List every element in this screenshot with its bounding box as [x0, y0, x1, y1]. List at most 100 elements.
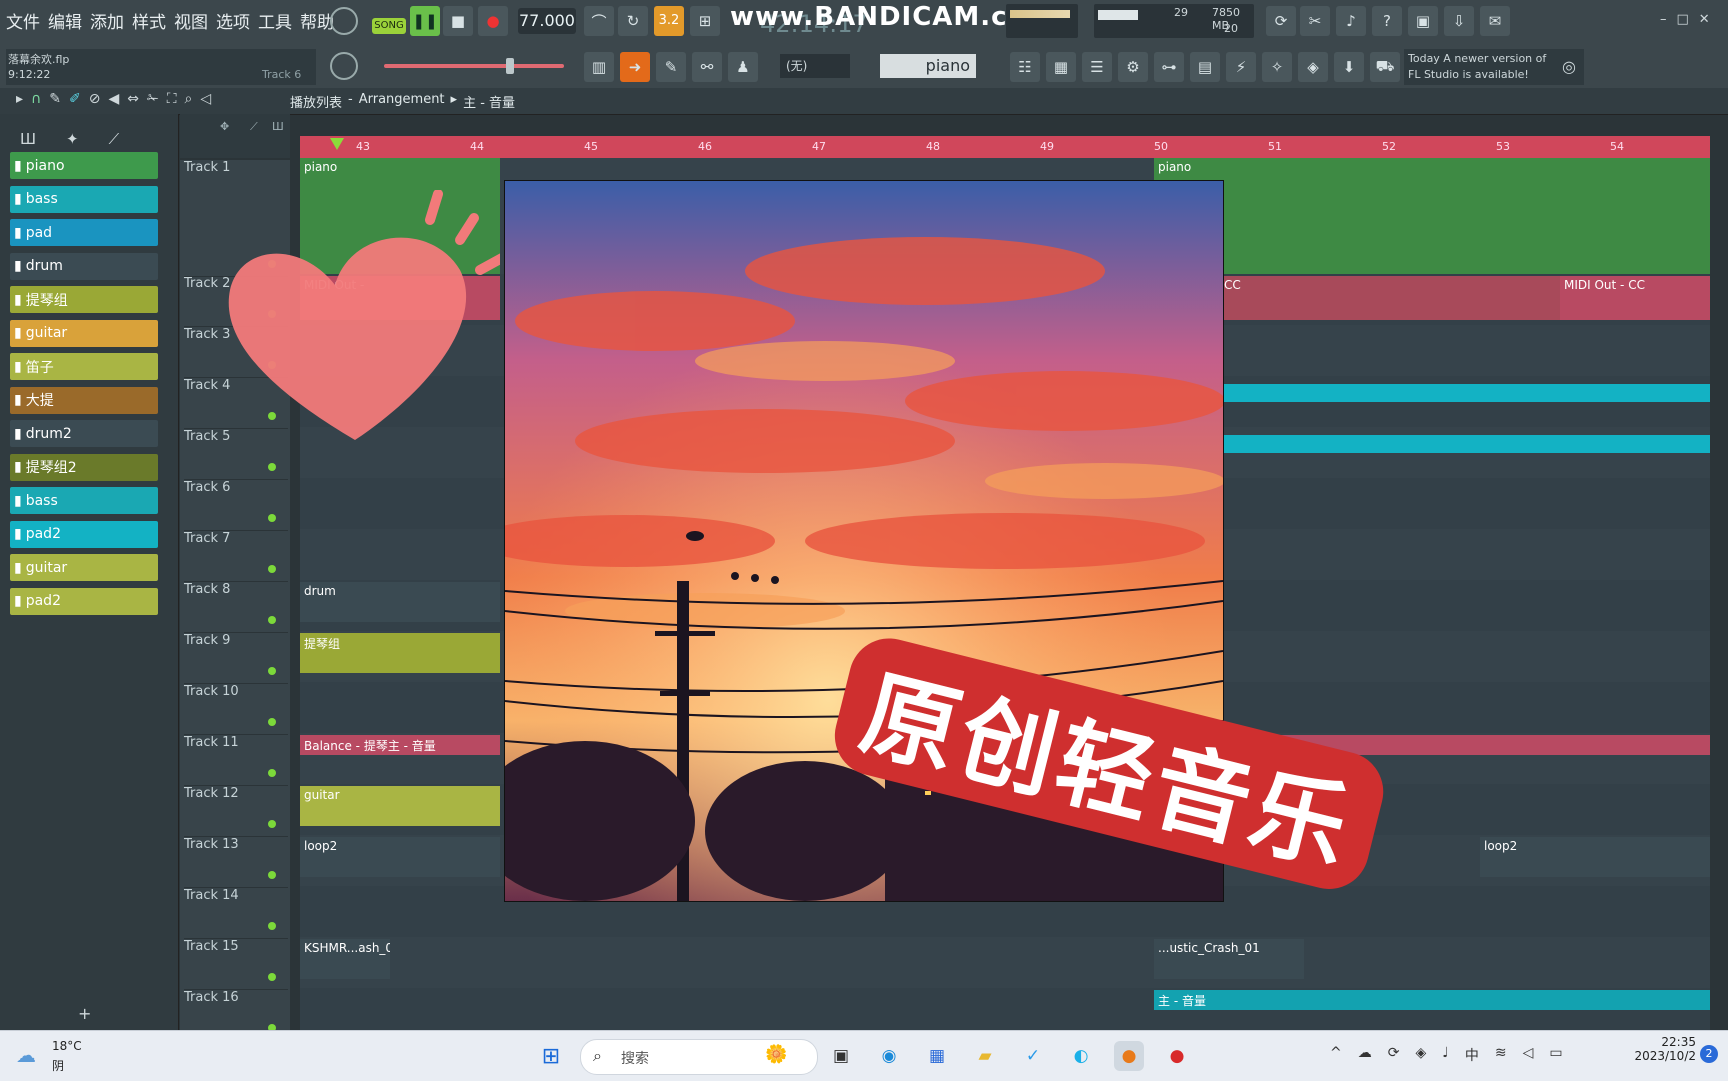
app-tray-icon[interactable]: ◈ [1415, 1045, 1426, 1065]
explorer-button[interactable]: ▰ [970, 1041, 1000, 1071]
ime-indicator[interactable]: 中 [1465, 1045, 1479, 1065]
weather-widget[interactable]: ☁ 18°C 阴 [16, 1037, 106, 1075]
track-header[interactable]: Track 10 [184, 684, 288, 735]
menu-options[interactable]: 选项 [216, 8, 250, 33]
breadcrumb-playlist[interactable]: 播放列表 [290, 92, 342, 111]
playlist-clip[interactable]: 主 - 音量 [1154, 990, 1710, 1010]
menu-file[interactable]: 文件 [6, 8, 40, 33]
pause-button[interactable]: ❚❚ [410, 6, 440, 36]
minimize-icon[interactable]: – [1660, 12, 1667, 27]
add-channel-button[interactable]: + [78, 1004, 91, 1023]
pad-clip[interactable] [1154, 435, 1710, 453]
playlist-clip[interactable]: Balance - 提琴主 - 音量 [300, 735, 500, 755]
menu-edit[interactable]: 编辑 [48, 8, 82, 33]
arrange-icon[interactable]: ✥ [220, 120, 229, 133]
channel-item[interactable]: ▮ pad2 [10, 587, 158, 615]
channel-item[interactable]: ▮ bass [10, 487, 158, 514]
channel-rack-button[interactable]: ▦ [1046, 52, 1076, 82]
playlist-clip[interactable]: piano [1154, 158, 1710, 274]
step-edit-button[interactable]: ⊞ [690, 6, 720, 36]
channel-item[interactable]: ▮ piano [10, 152, 158, 179]
store-button[interactable]: ▦ [922, 1041, 952, 1071]
breadcrumb-arrangement[interactable]: Arrangement [359, 92, 445, 111]
pad-clip[interactable] [1154, 384, 1710, 402]
volume-icon[interactable]: ◁ [1523, 1045, 1534, 1065]
help-button[interactable]: ? [1372, 6, 1402, 36]
track-mute-led[interactable] [268, 667, 276, 675]
browser-button[interactable]: ☰ [1082, 52, 1112, 82]
mixer-button[interactable]: ☷ [1010, 52, 1040, 82]
channel-item[interactable]: ▮ guitar [10, 554, 158, 581]
wifi-icon[interactable]: ≋ [1495, 1045, 1507, 1065]
timeline-ruler[interactable]: 43 44 45 46 47 48 49 50 51 52 53 54 [300, 136, 1710, 158]
vscode-button[interactable]: ✓ [1018, 1041, 1048, 1071]
battery-icon[interactable]: ▭ [1549, 1045, 1562, 1065]
track-mute-led[interactable] [268, 820, 276, 828]
track-header[interactable]: Track 8 [184, 582, 288, 633]
onedrive-icon[interactable]: ☁ [1358, 1045, 1372, 1065]
channel-item[interactable]: ▮ drum [10, 252, 158, 280]
start-button[interactable]: ⊞ [536, 1041, 566, 1071]
envelope-icon[interactable]: ⟋ [250, 120, 258, 134]
track-header[interactable]: Track 6 [184, 480, 288, 531]
playlist-clip[interactable]: KSHMR...ash_01 [300, 939, 390, 979]
playlist-clip[interactable]: drum [300, 582, 500, 622]
playlist-lane[interactable] [300, 937, 1710, 989]
menu-add[interactable]: 添加 [90, 8, 124, 33]
channel-item[interactable]: ▮ pad2 [10, 520, 158, 548]
track-mute-led[interactable] [268, 616, 276, 624]
task-view-button[interactable]: ▣ [826, 1041, 856, 1071]
chat-button[interactable]: ✉ [1480, 6, 1510, 36]
arrow-icon[interactable]: ▸ [16, 91, 23, 107]
track-mute-led[interactable] [268, 922, 276, 930]
clip-button[interactable]: ✧ [1262, 52, 1292, 82]
playlist-clip[interactable]: loop2 [300, 837, 500, 877]
slip-icon[interactable]: ⇔ [127, 91, 139, 107]
slice-icon[interactable]: ✁ [147, 91, 159, 107]
delete-tool-icon[interactable]: ⊘ [89, 91, 101, 107]
link-button[interactable]: ⚯ [692, 52, 722, 82]
record-button[interactable]: ● [478, 6, 508, 36]
search-box[interactable]: ⌕ 搜索 🌼 [580, 1039, 818, 1075]
rack-graph-icon[interactable]: ⟋ [109, 130, 120, 148]
track-header[interactable]: Track 7 [184, 531, 288, 582]
fl-studio-button[interactable]: ● [1114, 1041, 1144, 1071]
channel-item[interactable]: ▮ 提琴组 [10, 286, 158, 313]
channel-item[interactable]: ▮ guitar [10, 319, 158, 347]
plugin-button[interactable]: ⚙ [1118, 52, 1148, 82]
song-mode-toggle[interactable]: SONG [372, 18, 406, 34]
plug-button[interactable]: ⚡ [1226, 52, 1256, 82]
bandicam-button[interactable]: ● [1162, 1041, 1192, 1071]
pattern-none-select[interactable]: (无) [780, 54, 850, 78]
menu-view[interactable]: 视图 [174, 8, 208, 33]
speaker-icon[interactable]: ◁ [200, 91, 211, 107]
channel-item[interactable]: ▮ 大提 [10, 386, 158, 414]
track-header[interactable]: Track 12 [184, 786, 288, 837]
track-header[interactable]: Track 11 [184, 735, 288, 786]
pitch-knob[interactable] [330, 52, 358, 80]
stamp-button[interactable]: ♟ [728, 52, 758, 82]
loop-record-button[interactable]: ↻ [618, 6, 648, 36]
rack-sparkle-icon[interactable]: ✦ [66, 130, 79, 148]
draw-tool-button[interactable]: ✎ [656, 52, 686, 82]
playlist-clip[interactable]: CC [1220, 276, 1560, 320]
master-volume-knob[interactable] [330, 7, 358, 35]
magnet-icon[interactable]: ∩ [31, 91, 41, 107]
breadcrumb-target[interactable]: 主 - 音量 [463, 92, 515, 111]
piano-roll-button[interactable]: ▥ [584, 52, 614, 82]
pencil-tool-icon[interactable]: ✎ [49, 91, 61, 107]
render-button[interactable]: ⇩ [1444, 6, 1474, 36]
master-pitch-slider[interactable] [384, 58, 564, 74]
close-icon[interactable]: ✕ [1699, 12, 1710, 27]
file-button[interactable]: ▤ [1190, 52, 1220, 82]
menu-patterns[interactable]: 样式 [132, 8, 166, 33]
zoom-icon[interactable]: ⌕ [185, 91, 193, 107]
track-header[interactable]: Track 9 [184, 633, 288, 684]
chevron-up-icon[interactable]: ^ [1330, 1045, 1342, 1065]
pattern-selector[interactable]: piano [880, 54, 976, 78]
metronome-button[interactable]: ⌒ [584, 6, 614, 36]
menu-tools[interactable]: 工具 [258, 8, 292, 33]
mute-tool-icon[interactable]: ◀ [108, 91, 119, 107]
playhead-marker-icon[interactable] [330, 138, 344, 150]
channel-item[interactable]: ▮ 提琴组2 [10, 453, 158, 481]
